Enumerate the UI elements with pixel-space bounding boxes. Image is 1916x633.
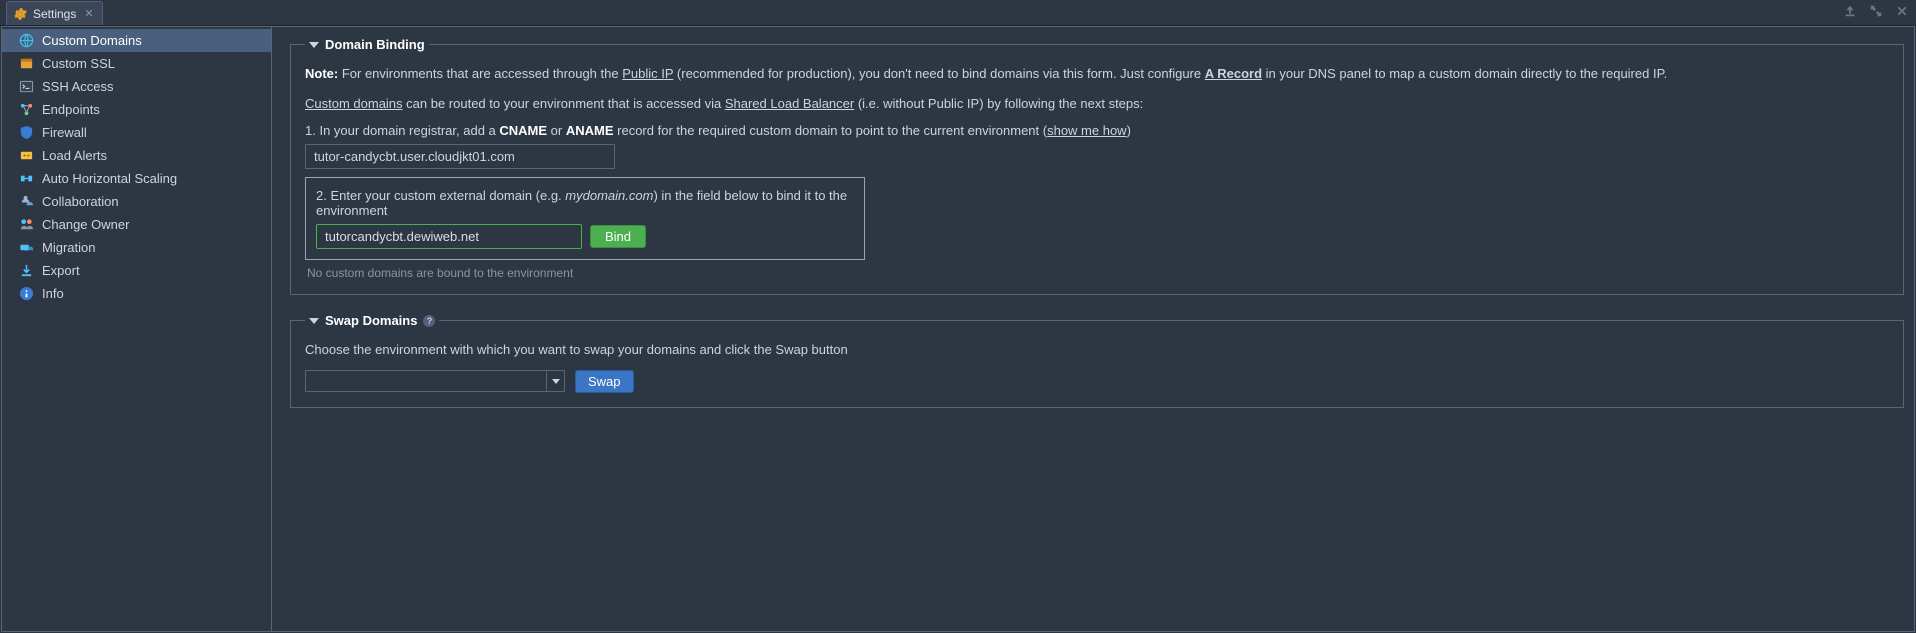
sidebar-item-label: Collaboration: [42, 194, 119, 209]
shared-lb-link[interactable]: Shared Load Balancer: [725, 96, 854, 111]
settings-panel: Custom Domains Custom SSL SSH Access End…: [1, 26, 1915, 632]
endpoints-icon: [18, 102, 34, 118]
sidebar-item-label: Custom SSL: [42, 56, 115, 71]
show-me-how-link[interactable]: show me how: [1047, 123, 1126, 138]
swap-environment-select[interactable]: [305, 370, 565, 392]
swap-desc: Choose the environment with which you wa…: [305, 340, 1889, 360]
terminal-icon: [18, 79, 34, 95]
collab-icon: [18, 194, 34, 210]
gear-icon: [13, 7, 27, 21]
sidebar-item-export[interactable]: Export: [2, 259, 271, 282]
help-icon[interactable]: ?: [423, 315, 435, 327]
public-ip-link[interactable]: Public IP: [622, 66, 673, 81]
chevron-down-icon: [546, 371, 564, 391]
expand-icon[interactable]: [1868, 3, 1884, 19]
settings-main: Domain Binding Note: For environments th…: [272, 27, 1914, 631]
sidebar-item-label: Load Alerts: [42, 148, 107, 163]
swap-button[interactable]: Swap: [575, 370, 634, 393]
tab-close-icon[interactable]: ✕: [82, 7, 95, 20]
sidebar-item-label: Custom Domains: [42, 33, 142, 48]
custom-domains-note: Custom domains can be routed to your env…: [305, 94, 1889, 114]
sidebar-item-label: Endpoints: [42, 102, 100, 117]
step-2-text: 2. Enter your custom external domain (e.…: [316, 188, 854, 218]
domain-binding-group: Domain Binding Note: For environments th…: [290, 37, 1904, 295]
info-icon: [18, 286, 34, 302]
sidebar-item-label: SSH Access: [42, 79, 114, 94]
sidebar-item-migration[interactable]: Migration: [2, 236, 271, 259]
sidebar-item-ssh-access[interactable]: SSH Access: [2, 75, 271, 98]
sidebar-item-custom-ssl[interactable]: Custom SSL: [2, 52, 271, 75]
legend-label: Domain Binding: [325, 37, 425, 52]
caret-down-icon: [309, 318, 319, 324]
swap-domains-legend[interactable]: Swap Domains ?: [305, 313, 439, 328]
owner-icon: [18, 217, 34, 233]
sidebar-item-label: Info: [42, 286, 64, 301]
close-panel-icon[interactable]: [1894, 3, 1910, 19]
settings-sidebar: Custom Domains Custom SSL SSH Access End…: [2, 27, 272, 631]
custom-domains-link[interactable]: Custom domains: [305, 96, 403, 111]
cname-target-box[interactable]: tutor-candycbt.user.cloudjkt01.com: [305, 144, 615, 169]
sidebar-item-label: Change Owner: [42, 217, 129, 232]
bound-domains-status: No custom domains are bound to the envir…: [307, 266, 1889, 280]
panel-tabbar: Settings ✕: [0, 0, 1916, 26]
tabbar-tools: [1842, 3, 1910, 19]
binding-note: Note: For environments that are accessed…: [305, 64, 1889, 84]
bind-button[interactable]: Bind: [590, 225, 646, 248]
note-prefix: Note:: [305, 66, 338, 81]
sidebar-item-collaboration[interactable]: Collaboration: [2, 190, 271, 213]
domain-binding-legend[interactable]: Domain Binding: [305, 37, 429, 52]
sidebar-item-label: Export: [42, 263, 80, 278]
migration-icon: [18, 240, 34, 256]
sidebar-item-custom-domains[interactable]: Custom Domains: [2, 29, 271, 52]
sidebar-item-label: Firewall: [42, 125, 87, 140]
a-record-link[interactable]: A Record: [1205, 66, 1262, 81]
tab-label: Settings: [33, 7, 76, 21]
globe-icon: [18, 33, 34, 49]
sidebar-item-label: Auto Horizontal Scaling: [42, 171, 177, 186]
custom-domain-input[interactable]: [316, 224, 582, 249]
dock-icon[interactable]: [1842, 3, 1858, 19]
sidebar-item-load-alerts[interactable]: Load Alerts: [2, 144, 271, 167]
sidebar-item-endpoints[interactable]: Endpoints: [2, 98, 271, 121]
bind-domain-frame: 2. Enter your custom external domain (e.…: [305, 177, 865, 260]
caret-down-icon: [309, 42, 319, 48]
step-1-text: 1. In your domain registrar, add a CNAME…: [305, 123, 1889, 138]
sidebar-item-auto-horizontal-scaling[interactable]: Auto Horizontal Scaling: [2, 167, 271, 190]
shield-icon: [18, 125, 34, 141]
legend-label: Swap Domains: [325, 313, 417, 328]
scaling-icon: [18, 171, 34, 187]
sidebar-item-change-owner[interactable]: Change Owner: [2, 213, 271, 236]
sidebar-item-info[interactable]: Info: [2, 282, 271, 305]
export-icon: [18, 263, 34, 279]
sidebar-item-firewall[interactable]: Firewall: [2, 121, 271, 144]
sidebar-item-label: Migration: [42, 240, 95, 255]
alert-icon: [18, 148, 34, 164]
ssl-icon: [18, 56, 34, 72]
tab-settings[interactable]: Settings ✕: [6, 1, 103, 25]
swap-domains-group: Swap Domains ? Choose the environment wi…: [290, 313, 1904, 408]
